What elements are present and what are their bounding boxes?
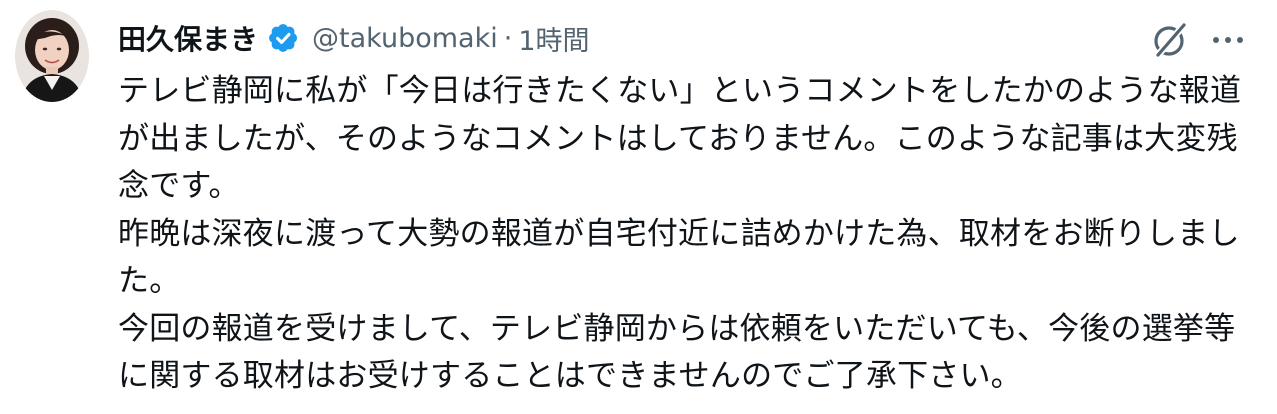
- tweet: 田久保まき @takubomaki · 1時間 テレビ静岡に私が「今日は行きたく…: [0, 0, 1277, 414]
- tweet-paragraph: 今回の報道を受けまして、テレビ静岡からは依頼をいただいても、今後の選挙等に関する…: [118, 310, 1236, 395]
- tweet-paragraph: テレビ静岡に私が「今日は行きたくない」というコメントをしたかのような報道が出まし…: [118, 73, 1242, 204]
- tweet-timestamp[interactable]: 1時間: [518, 19, 589, 58]
- author-display-name[interactable]: 田久保まき: [118, 18, 258, 58]
- avatar[interactable]: [15, 10, 89, 102]
- author-handle[interactable]: @takubomaki: [312, 23, 498, 54]
- avatar-image: [15, 10, 89, 102]
- separator-dot: ·: [503, 22, 513, 54]
- tweet-header: 田久保まき @takubomaki · 1時間: [118, 16, 590, 60]
- more-options-icon[interactable]: [1207, 18, 1249, 60]
- tweet-paragraph: 昨晩は深夜に渡って大勢の報道が自宅付近に詰めかけた為、取材をお断りしました。: [118, 215, 1240, 300]
- verified-badge-icon[interactable]: [266, 21, 300, 55]
- tweet-text: テレビ静岡に私が「今日は行きたくない」というコメントをしたかのような報道が出まし…: [118, 68, 1248, 401]
- grok-icon[interactable]: [1150, 18, 1192, 60]
